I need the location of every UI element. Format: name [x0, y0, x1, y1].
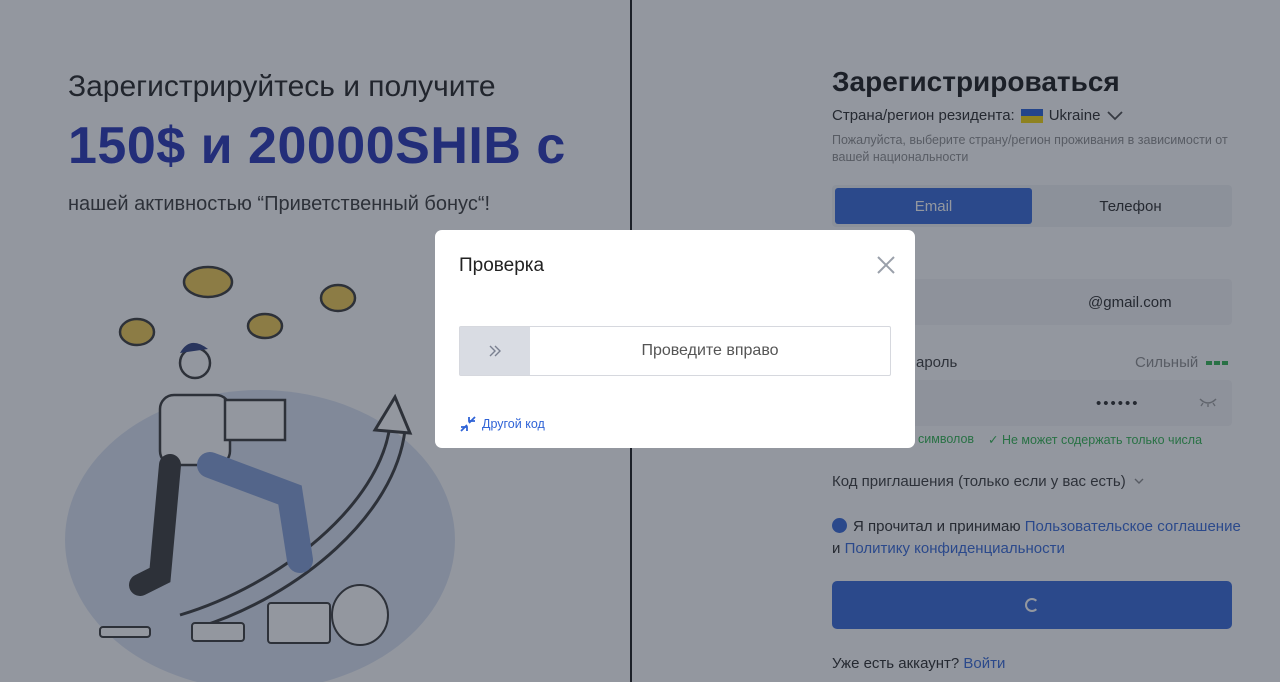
slide-captcha: Проведите вправо — [459, 326, 891, 376]
page: Зарегистрируйтесь и получите 150$ и 2000… — [0, 0, 1280, 682]
other-code-link[interactable]: Другой код — [459, 416, 545, 432]
other-code-label: Другой код — [482, 417, 545, 431]
swap-arrows-icon — [460, 416, 476, 432]
slider-instruction: Проведите вправо — [641, 342, 779, 359]
double-chevron-right-icon — [489, 345, 501, 357]
slider-handle[interactable] — [460, 327, 530, 375]
close-icon[interactable] — [875, 254, 897, 276]
modal-title: Проверка — [459, 255, 545, 276]
verification-modal: Проверка Проведите вправо Другой код — [435, 230, 915, 448]
